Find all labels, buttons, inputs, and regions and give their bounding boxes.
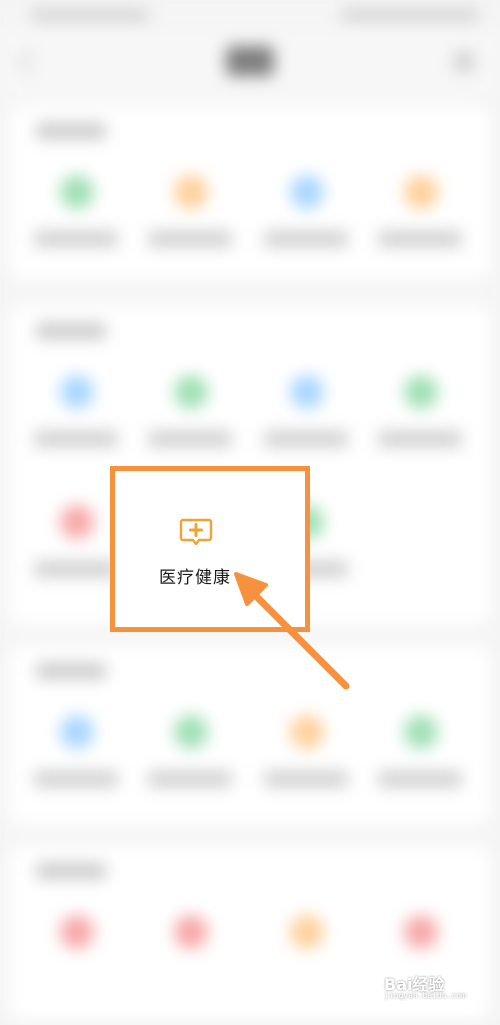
medical-health-item[interactable]: 医疗健康	[115, 471, 305, 627]
service-label-blur	[378, 771, 462, 787]
back-icon[interactable]	[18, 48, 45, 75]
service-item[interactable]	[370, 375, 470, 485]
service-icon	[174, 715, 208, 749]
service-label-blur	[148, 431, 232, 447]
service-icon	[174, 375, 208, 409]
service-item[interactable]	[26, 175, 126, 285]
watermark-sub: jingyan.baidu.com	[384, 991, 466, 1000]
nav-bar	[0, 30, 500, 95]
baidu-jingyan-watermark: Bai经验 jingyan.baidu.com	[380, 965, 495, 1005]
service-icon	[290, 715, 324, 749]
service-item[interactable]	[140, 175, 240, 285]
section-title-blur	[36, 863, 106, 879]
service-icon	[60, 375, 94, 409]
service-label-blur	[378, 431, 462, 447]
service-icon	[404, 915, 438, 949]
service-label-blur	[34, 771, 118, 787]
service-label-blur	[378, 231, 462, 247]
service-icon	[60, 175, 94, 209]
service-icon	[404, 375, 438, 409]
section-3	[10, 645, 490, 825]
status-left-blur	[30, 8, 150, 22]
service-icon	[174, 175, 208, 209]
service-label-blur	[34, 561, 118, 577]
service-label-blur	[264, 771, 348, 787]
service-icon	[290, 175, 324, 209]
service-label-blur	[34, 231, 118, 247]
service-label-blur	[148, 231, 232, 247]
service-label-blur	[34, 431, 118, 447]
service-item[interactable]	[140, 715, 240, 825]
more-icon[interactable]	[454, 52, 474, 72]
service-item[interactable]	[26, 715, 126, 825]
service-icon	[404, 715, 438, 749]
medical-health-label: 医疗健康	[159, 568, 231, 588]
service-item[interactable]	[370, 715, 470, 825]
service-label-blur	[264, 231, 348, 247]
service-label-blur	[148, 771, 232, 787]
service-item[interactable]	[256, 715, 356, 825]
medical-plus-chat-icon	[179, 518, 213, 546]
section-title-blur	[36, 123, 106, 139]
service-item[interactable]	[370, 175, 470, 285]
service-icon	[290, 915, 324, 949]
service-icon	[290, 375, 324, 409]
service-item[interactable]	[26, 915, 126, 1025]
service-item[interactable]	[256, 915, 356, 1025]
section-1	[10, 105, 490, 280]
status-right-blur	[340, 8, 480, 22]
section-title-blur	[36, 323, 106, 339]
service-icon	[60, 715, 94, 749]
service-icon	[60, 915, 94, 949]
service-label-blur	[264, 431, 348, 447]
service-icon	[174, 915, 208, 949]
highlight-box: 医疗健康	[110, 466, 310, 632]
section-title-blur	[36, 663, 106, 679]
service-icon	[404, 175, 438, 209]
service-item[interactable]	[140, 915, 240, 1025]
service-item[interactable]	[256, 175, 356, 285]
service-icon	[60, 505, 94, 539]
status-bar	[0, 0, 500, 30]
nav-title-blur	[226, 46, 274, 76]
